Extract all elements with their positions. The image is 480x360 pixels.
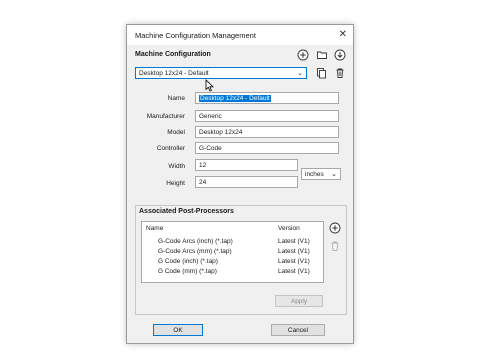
column-version: Version bbox=[278, 225, 300, 232]
open-folder-icon[interactable] bbox=[315, 48, 329, 62]
chevron-down-icon: ⌄ bbox=[331, 171, 337, 178]
machine-configuration-title: Machine Configuration bbox=[135, 51, 211, 58]
delete-icon[interactable] bbox=[333, 66, 347, 80]
post-processor-name: G-Code Arcs (mm) (*.tap) bbox=[158, 248, 232, 255]
model-label: Model bbox=[167, 129, 185, 136]
copy-icon[interactable] bbox=[314, 66, 328, 80]
units-value: inches bbox=[305, 171, 324, 178]
model-field[interactable]: Desktop 12x24 bbox=[195, 126, 339, 138]
name-label: Name bbox=[167, 95, 185, 102]
ok-button[interactable]: OK bbox=[153, 324, 203, 336]
post-processor-version: Latest (V1) bbox=[278, 248, 310, 255]
selected-configuration: Desktop 12x24 - Default bbox=[139, 70, 209, 77]
name-field[interactable]: Desktop 12x24 - Default bbox=[195, 92, 339, 104]
list-item[interactable]: G Code (mm) (*.tap) Latest (V1) bbox=[142, 268, 323, 277]
manufacturer-field[interactable]: Generic bbox=[195, 110, 339, 122]
height-field[interactable]: 24 bbox=[195, 176, 298, 188]
cancel-button[interactable]: Cancel bbox=[271, 324, 325, 336]
column-name: Name bbox=[146, 225, 164, 232]
post-processor-name: G Code (mm) (*.tap) bbox=[158, 268, 217, 275]
close-icon[interactable]: ✕ bbox=[339, 29, 347, 40]
units-select[interactable]: inches ⌄ bbox=[301, 168, 341, 180]
height-label: Height bbox=[166, 180, 185, 187]
name-value: Desktop 12x24 - Default bbox=[199, 95, 271, 102]
add-post-processor-icon[interactable] bbox=[328, 221, 342, 235]
width-field[interactable]: 12 bbox=[195, 159, 298, 171]
list-item[interactable]: G Code (inch) (*.tap) Latest (V1) bbox=[142, 258, 323, 267]
machine-configuration-select[interactable]: Desktop 12x24 - Default ⌄ bbox=[135, 67, 307, 79]
post-processors-title: Associated Post-Processors bbox=[139, 208, 234, 215]
list-header: Name Version bbox=[142, 222, 323, 234]
machine-configuration-dialog: Machine Configuration Management ✕ Machi… bbox=[126, 24, 354, 344]
delete-post-processor-icon[interactable] bbox=[328, 239, 342, 253]
title-bar: Machine Configuration Management ✕ bbox=[127, 25, 353, 45]
list-item[interactable]: G-Code Arcs (mm) (*.tap) Latest (V1) bbox=[142, 248, 323, 257]
list-item[interactable]: G-Code Arcs (inch) (*.tap) Latest (V1) bbox=[142, 238, 323, 247]
controller-label: Controller bbox=[156, 145, 185, 152]
post-processor-version: Latest (V1) bbox=[278, 238, 310, 245]
post-processors-list[interactable]: Name Version G-Code Arcs (inch) (*.tap) … bbox=[141, 221, 324, 283]
window-title: Machine Configuration Management bbox=[135, 31, 256, 40]
mouse-cursor-icon bbox=[205, 79, 214, 92]
post-processor-version: Latest (V1) bbox=[278, 258, 310, 265]
post-processor-version: Latest (V1) bbox=[278, 268, 310, 275]
post-processor-name: G Code (inch) (*.tap) bbox=[158, 258, 218, 265]
width-label: Width bbox=[168, 163, 185, 170]
chevron-down-icon: ⌄ bbox=[297, 70, 303, 77]
apply-button[interactable]: Apply bbox=[275, 295, 323, 307]
add-icon[interactable] bbox=[296, 48, 310, 62]
manufacturer-label: Manufacturer bbox=[146, 113, 185, 120]
post-processor-name: G-Code Arcs (inch) (*.tap) bbox=[158, 238, 233, 245]
import-icon[interactable] bbox=[333, 48, 347, 62]
controller-field[interactable]: G-Code bbox=[195, 142, 339, 154]
